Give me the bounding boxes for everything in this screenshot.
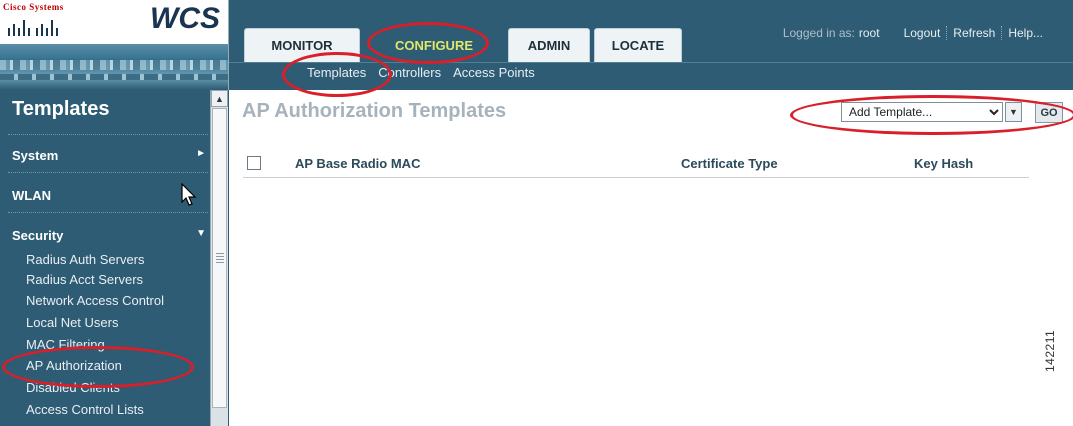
column-header-certificate-type[interactable]: Certificate Type bbox=[681, 156, 778, 171]
sidebar-item-radius-acct-servers[interactable]: Radius Acct Servers bbox=[26, 272, 143, 287]
sidebar-item-local-net-users[interactable]: Local Net Users bbox=[26, 315, 118, 330]
sidebar-item-disabled-clients[interactable]: Disabled Clients bbox=[26, 380, 120, 395]
scrollbar-grip-icon bbox=[216, 253, 224, 265]
wcs-window: Cisco Systems WCS MONITOR CONFIGURE ADMI… bbox=[0, 0, 1073, 426]
sidebar: Templates System ► WLAN Security ▼ Radiu… bbox=[0, 90, 229, 426]
sidebar-title: Templates bbox=[12, 98, 110, 120]
main-tab-bar: MONITOR CONFIGURE ADMIN LOCATE bbox=[244, 28, 686, 62]
sidebar-section-label: Security bbox=[12, 228, 64, 243]
cisco-bridge-logo-icon bbox=[8, 20, 58, 36]
select-all-checkbox[interactable] bbox=[247, 156, 261, 170]
mouse-pointer-icon bbox=[181, 183, 197, 206]
tab-locate[interactable]: LOCATE bbox=[594, 28, 682, 62]
figure-number: 142211 bbox=[1043, 329, 1057, 372]
dropdown-arrow-icon[interactable]: ▼ bbox=[1005, 102, 1022, 122]
sidebar-section-security[interactable]: Security ▼ bbox=[12, 228, 206, 243]
refresh-link[interactable]: Refresh bbox=[946, 26, 1001, 40]
sidebar-item-access-control-lists[interactable]: Access Control Lists bbox=[26, 402, 144, 417]
sidebar-section-label: System bbox=[12, 148, 59, 163]
chevron-down-icon: ▼ bbox=[196, 228, 206, 239]
scroll-up-arrow-icon[interactable]: ▲ bbox=[211, 90, 228, 107]
add-template-select[interactable]: Add Template... bbox=[841, 102, 1003, 122]
sidebar-section-label: WLAN bbox=[12, 188, 51, 203]
help-link[interactable]: Help... bbox=[1001, 26, 1049, 40]
logo-panel: Cisco Systems WCS bbox=[0, 0, 229, 90]
column-header-key-hash[interactable]: Key Hash bbox=[914, 156, 973, 171]
sidebar-scrollbar[interactable]: ▲ bbox=[210, 90, 228, 426]
logged-in-label: Logged in as: bbox=[782, 26, 855, 40]
header-banner-graphic bbox=[0, 44, 228, 90]
chevron-right-icon: ► bbox=[196, 148, 206, 159]
username: root bbox=[858, 26, 880, 40]
sidebar-item-ap-authorization[interactable]: AP Authorization bbox=[26, 358, 122, 373]
logout-link[interactable]: Logout bbox=[898, 26, 947, 40]
wcs-product-name: WCS bbox=[150, 2, 220, 35]
sidebar-divider bbox=[8, 212, 208, 213]
user-bar: Logged in as: root Logout Refresh Help..… bbox=[783, 26, 1049, 40]
sidebar-item-mac-filtering[interactable]: MAC Filtering bbox=[26, 337, 105, 352]
subnav-access-points[interactable]: Access Points bbox=[453, 65, 535, 80]
sub-navigation: Templates Controllers Access Points bbox=[229, 62, 1073, 84]
page-title: AP Authorization Templates bbox=[242, 100, 507, 122]
subnav-templates[interactable]: Templates bbox=[307, 65, 366, 80]
sidebar-divider bbox=[8, 172, 208, 173]
scrollbar-thumb[interactable] bbox=[212, 108, 227, 408]
column-header-ap-base-radio-mac[interactable]: AP Base Radio MAC bbox=[295, 156, 420, 171]
templates-table-header: AP Base Radio MAC Certificate Type Key H… bbox=[243, 152, 1029, 178]
sidebar-section-system[interactable]: System ► bbox=[12, 148, 206, 163]
sidebar-item-network-access-control[interactable]: Network Access Control bbox=[26, 293, 164, 308]
sidebar-section-wlan[interactable]: WLAN bbox=[12, 188, 206, 203]
tab-configure[interactable]: CONFIGURE bbox=[364, 28, 504, 62]
subnav-controllers[interactable]: Controllers bbox=[378, 65, 441, 80]
main-content: AP Authorization Templates Add Template.… bbox=[229, 90, 1073, 426]
cisco-systems-wordmark: Cisco Systems bbox=[3, 2, 64, 12]
tab-monitor[interactable]: MONITOR bbox=[244, 28, 360, 62]
sidebar-divider bbox=[8, 134, 208, 135]
tab-admin[interactable]: ADMIN bbox=[508, 28, 590, 62]
sidebar-item-radius-auth-servers[interactable]: Radius Auth Servers bbox=[26, 252, 145, 267]
go-button[interactable]: GO bbox=[1035, 102, 1063, 123]
